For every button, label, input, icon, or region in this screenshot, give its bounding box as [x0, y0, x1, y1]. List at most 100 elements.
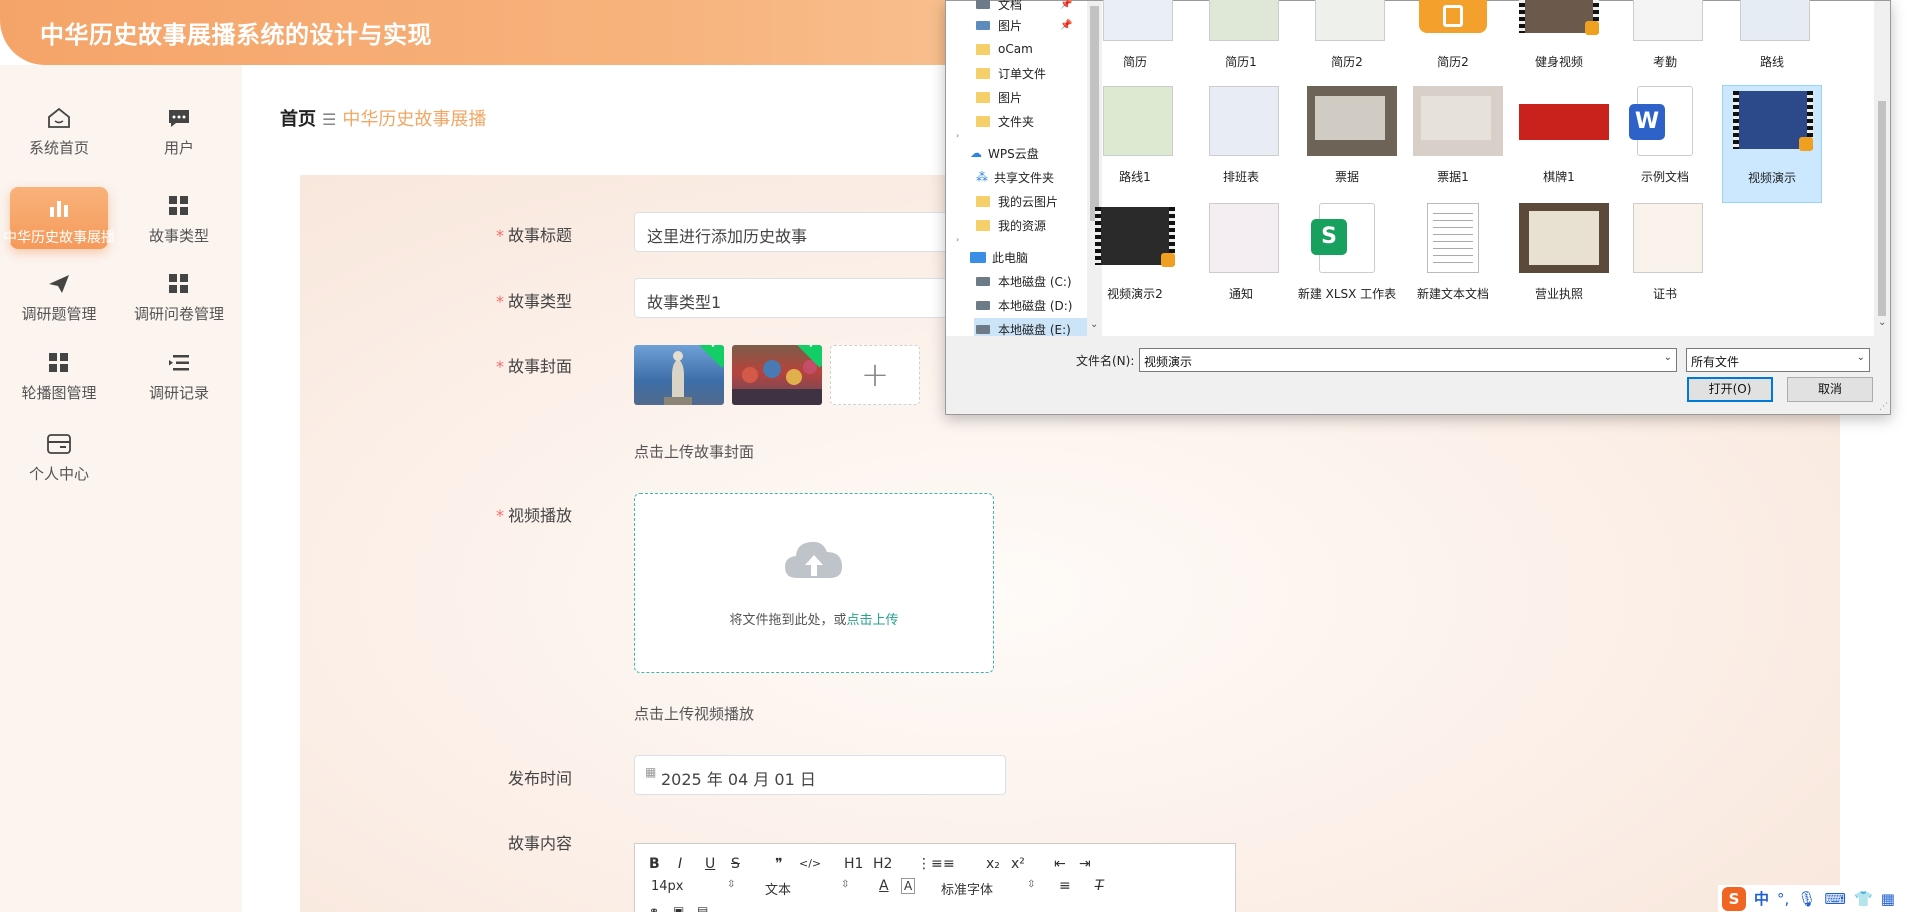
- image-icon[interactable]: ▣: [673, 904, 684, 912]
- file-item[interactable]: 路线1: [1085, 85, 1185, 203]
- tree-item-drive-c[interactable]: 本地磁盘 (C:): [976, 270, 1072, 292]
- file-item[interactable]: 简历2: [1403, 0, 1503, 87]
- chevron-right-icon[interactable]: ›: [956, 235, 959, 244]
- file-item[interactable]: 健身视频: [1509, 0, 1609, 87]
- ime-punct[interactable]: °,: [1777, 890, 1789, 908]
- sidebar-item-carousel[interactable]: 轮播图管理: [4, 350, 114, 420]
- grid-scrollbar[interactable]: ⌄: [1874, 1, 1890, 336]
- indent-button[interactable]: ⇥: [1079, 856, 1091, 872]
- font-family-select[interactable]: 标准字体: [941, 879, 993, 898]
- file-item[interactable]: 路线: [1722, 0, 1822, 87]
- resize-grip-icon[interactable]: ⋰: [1879, 402, 1888, 412]
- sidebar-item-history-stories[interactable]: 中华历史故事展播: [3, 187, 115, 249]
- chevron-down-icon[interactable]: ⌄: [1090, 319, 1098, 330]
- h1-button[interactable]: H1: [844, 856, 863, 872]
- grid-icon[interactable]: ▦: [1881, 890, 1895, 908]
- cancel-button[interactable]: 取消: [1787, 377, 1873, 402]
- file-item[interactable]: 证书: [1615, 201, 1715, 319]
- sogou-ime-icon[interactable]: S: [1722, 886, 1746, 911]
- underline-button[interactable]: U: [705, 856, 715, 872]
- video-icon[interactable]: ▤: [697, 904, 708, 912]
- sidebar-item-users[interactable]: 用户: [124, 105, 234, 175]
- chevron-right-icon[interactable]: ›: [956, 131, 959, 140]
- code-button[interactable]: </>: [799, 857, 821, 870]
- click-upload-link[interactable]: 点击上传: [847, 613, 899, 628]
- sidebar-item-home[interactable]: 系统首页: [4, 105, 114, 175]
- tree-item-pictures[interactable]: 图片 📌: [976, 14, 1072, 36]
- file-item[interactable]: 视频演示: [1722, 85, 1822, 203]
- sidebar-item-survey-forms[interactable]: 调研问卷管理: [124, 271, 234, 341]
- file-item[interactable]: 票据1: [1403, 85, 1503, 203]
- shirt-icon[interactable]: 👕: [1854, 890, 1873, 908]
- tree-item-my-resources[interactable]: 我的资源: [976, 214, 1046, 236]
- tree-item-ocam[interactable]: oCam: [976, 38, 1033, 60]
- cover-image-1[interactable]: ✓: [634, 345, 724, 405]
- type-select[interactable]: 故事类型1: [634, 278, 964, 318]
- clear-format-icon[interactable]: T̶: [1095, 878, 1104, 894]
- strike-button[interactable]: S: [731, 856, 740, 872]
- chevron-down-icon[interactable]: ⌄: [1857, 352, 1865, 363]
- chevron-down-icon[interactable]: ⌄: [1878, 317, 1886, 328]
- date-picker[interactable]: ▦ 2025 年 04 月 01 日: [634, 755, 1006, 795]
- file-item[interactable]: W 示例文档: [1615, 85, 1715, 203]
- superscript-button[interactable]: x²: [1011, 856, 1025, 872]
- file-item[interactable]: 通知: [1191, 201, 1291, 319]
- video-drop-text: 将文件拖到此处，或点击上传: [729, 613, 899, 628]
- file-item[interactable]: 营业执照: [1509, 201, 1609, 319]
- link-icon[interactable]: ⚭: [649, 904, 659, 912]
- sidebar-item-survey-questions[interactable]: 调研题管理: [4, 271, 114, 341]
- tree-item-drive-d[interactable]: 本地磁盘 (D:): [976, 294, 1072, 316]
- sidebar-item-story-types[interactable]: 故事类型: [124, 193, 234, 263]
- quote-button[interactable]: ❞: [775, 856, 783, 872]
- file-item[interactable]: 棋牌1: [1509, 85, 1609, 203]
- file-name: 简历: [1122, 55, 1147, 69]
- filetype-select[interactable]: 所有文件 ⌄: [1686, 348, 1870, 372]
- italic-button[interactable]: I: [678, 856, 682, 872]
- file-item[interactable]: 简历: [1085, 0, 1185, 87]
- file-item[interactable]: 新建文本文档: [1403, 201, 1503, 319]
- title-input[interactable]: 这里进行添加历史故事: [634, 212, 964, 252]
- file-item[interactable]: 视频演示2: [1085, 201, 1185, 319]
- h2-button[interactable]: H2: [873, 856, 892, 872]
- outdent-button[interactable]: ⇤: [1054, 856, 1066, 872]
- paragraph-select[interactable]: 文本: [765, 879, 791, 898]
- filename-input[interactable]: 视频演示 ⌄: [1139, 348, 1677, 372]
- align-icon[interactable]: ≡: [1059, 878, 1071, 894]
- tree-item-cloud-pictures[interactable]: 我的云图片: [976, 190, 1058, 212]
- bold-button[interactable]: B: [649, 856, 660, 872]
- file-item[interactable]: 简历1: [1191, 0, 1291, 87]
- cover-image-2[interactable]: ✓: [732, 345, 822, 405]
- sidebar-item-survey-records[interactable]: 调研记录: [124, 350, 234, 420]
- add-cover-button[interactable]: +: [830, 345, 920, 405]
- file-item[interactable]: 排班表: [1191, 85, 1291, 203]
- tree-item-shared[interactable]: ⁂ 共享文件夹: [976, 166, 1054, 188]
- open-button[interactable]: 打开(O): [1687, 377, 1773, 402]
- tree-item-documents[interactable]: 文档 📌: [976, 0, 1072, 15]
- tree-item-wps-cloud[interactable]: ☁ WPS云盘: [970, 142, 1039, 164]
- xlsx-thumbnail-icon: S: [1307, 203, 1387, 273]
- grid-scrollbar-thumb[interactable]: [1878, 101, 1886, 316]
- tree-item-folder[interactable]: 文件夹: [976, 110, 1034, 132]
- font-size-select[interactable]: 14px: [651, 879, 684, 894]
- file-item[interactable]: 简历2: [1297, 0, 1397, 87]
- sidebar-item-profile[interactable]: 个人中心: [4, 431, 114, 501]
- ime-mode[interactable]: 中: [1754, 888, 1769, 909]
- video-upload-dropzone[interactable]: 将文件拖到此处，或点击上传: [634, 493, 994, 673]
- microphone-icon[interactable]: 🎙: [1797, 890, 1816, 908]
- keyboard-icon[interactable]: ⌨: [1824, 890, 1846, 908]
- file-item[interactable]: 票据: [1297, 85, 1397, 203]
- file-item[interactable]: S 新建 XLSX 工作表: [1297, 201, 1397, 319]
- tree-item-this-pc[interactable]: 此电脑: [970, 246, 1028, 268]
- tree-item-images[interactable]: 图片: [976, 86, 1022, 108]
- background-color-icon[interactable]: A: [901, 878, 916, 894]
- font-color-icon[interactable]: A: [879, 878, 889, 894]
- sidebar-item-label: 用户: [163, 139, 194, 157]
- frame-thumbnail-icon: [1519, 203, 1609, 273]
- breadcrumb-home[interactable]: 首页: [280, 109, 316, 130]
- subscript-button[interactable]: x₂: [986, 856, 1000, 872]
- bullet-list-button[interactable]: ≡: [943, 856, 955, 872]
- chevron-down-icon[interactable]: ⌄: [1664, 352, 1672, 363]
- file-item[interactable]: 考勤: [1615, 0, 1715, 87]
- tree-item-orders[interactable]: 订单文件: [976, 62, 1046, 84]
- ordered-list-button[interactable]: ⋮≡: [917, 856, 943, 872]
